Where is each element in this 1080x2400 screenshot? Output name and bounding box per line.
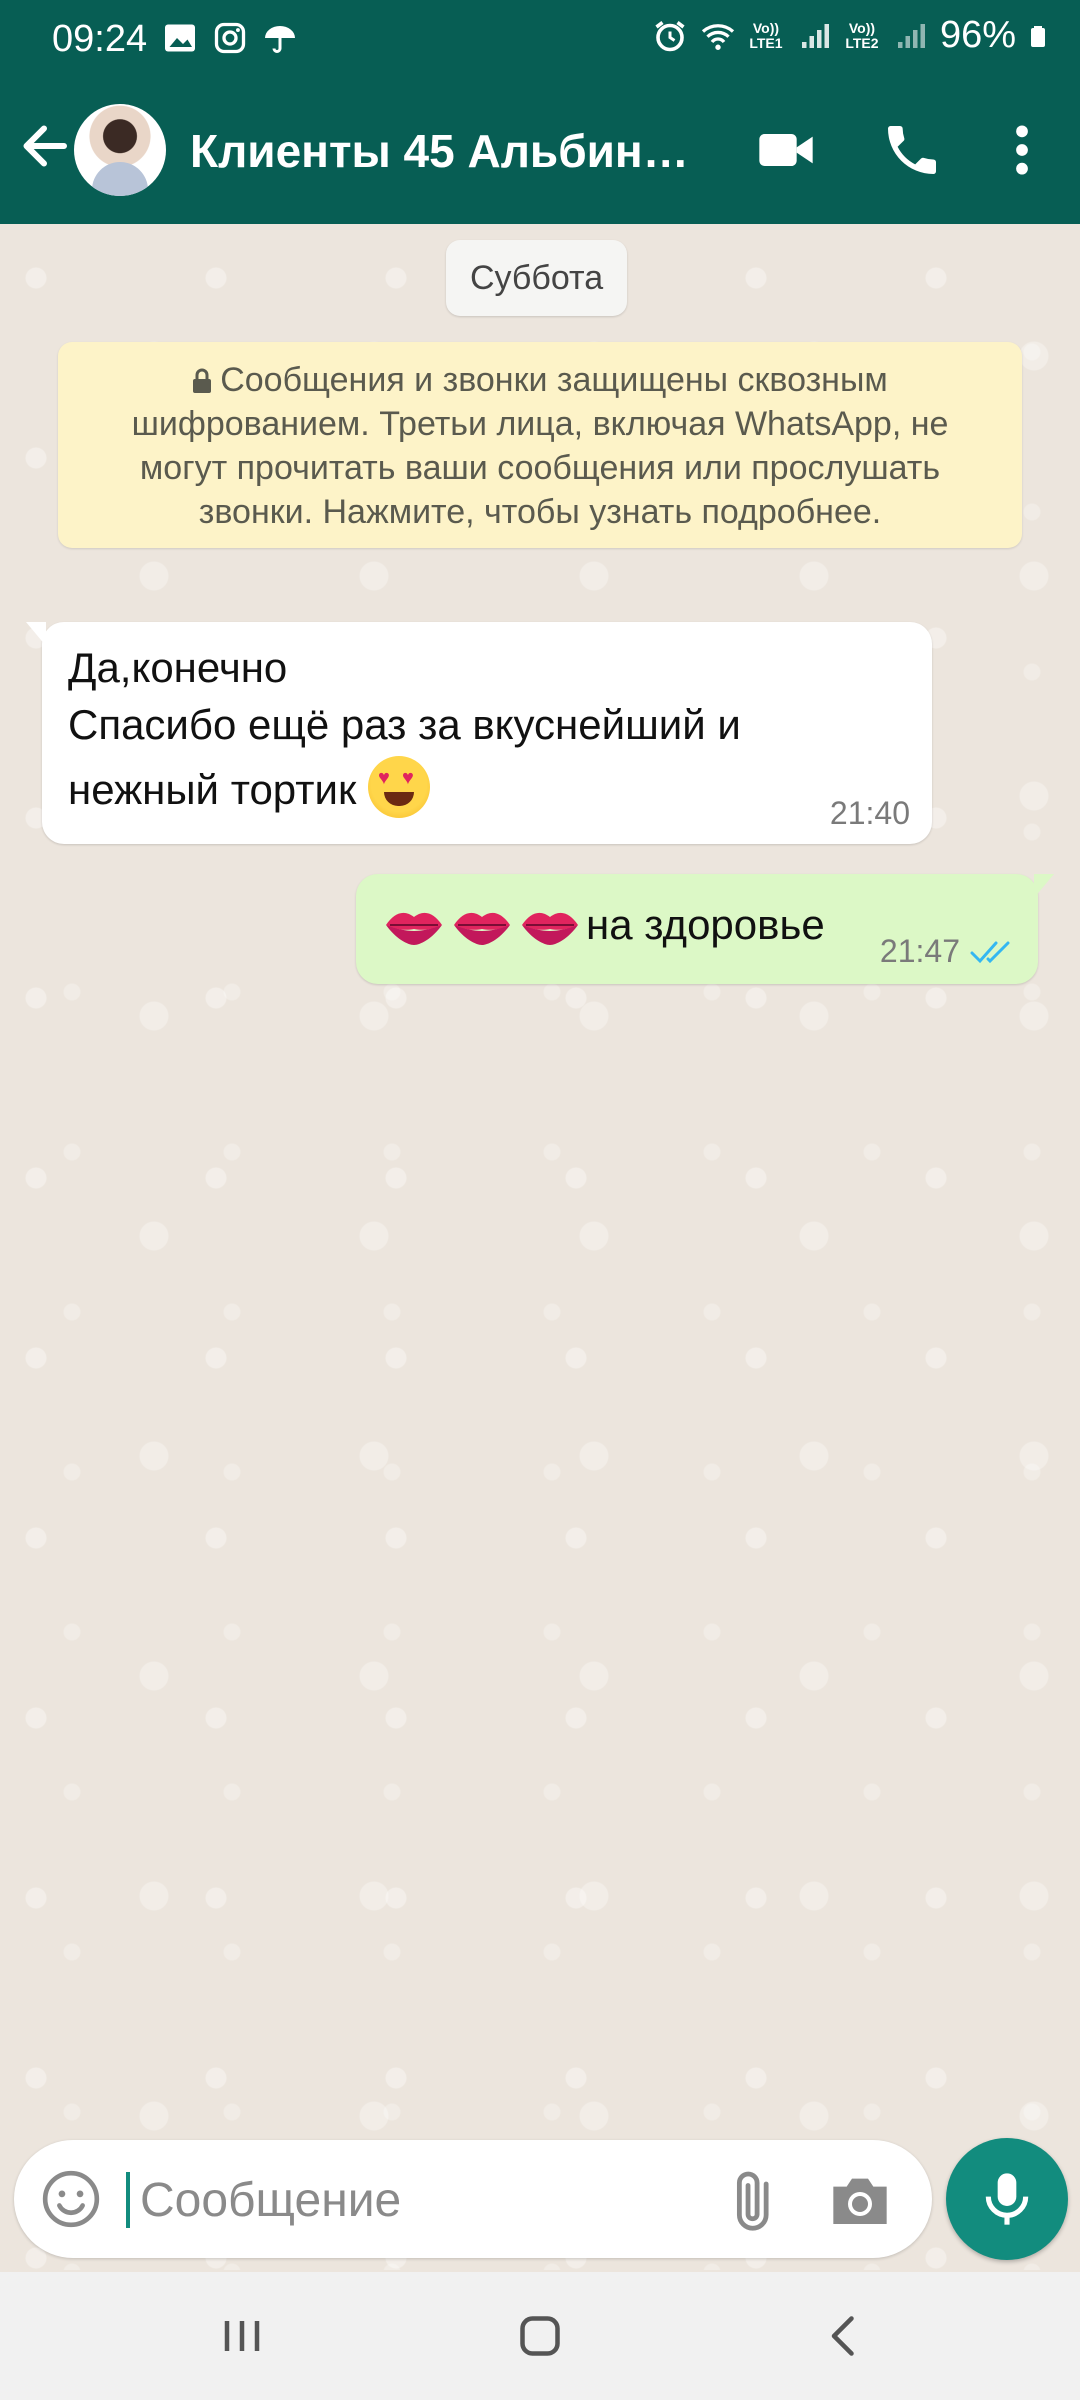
chat-title[interactable]: Клиенты 45 Альбина… xyxy=(190,124,690,178)
message-line: нежный тортик xyxy=(68,766,357,813)
message-input[interactable] xyxy=(138,2160,702,2240)
message-text: на здоровье xyxy=(586,901,825,948)
message-meta: 21:47 xyxy=(880,933,1014,970)
contact-avatar[interactable] xyxy=(74,104,166,196)
camera-icon[interactable] xyxy=(828,2170,892,2230)
signal-icon-2 xyxy=(897,23,925,48)
microphone-icon xyxy=(985,2173,1029,2225)
date-separator: Суббота xyxy=(446,240,628,316)
message-composer xyxy=(14,2140,932,2258)
message-line-with-emoji: нежный тортик ♥ ♥ xyxy=(68,756,906,821)
voice-record-button[interactable] xyxy=(946,2138,1068,2260)
gallery-icon xyxy=(165,24,195,52)
kiss-mark-emoji xyxy=(386,912,442,945)
attach-icon[interactable] xyxy=(720,2168,784,2232)
instagram-icon xyxy=(214,22,246,54)
more-menu-icon[interactable] xyxy=(990,118,1054,182)
video-call-icon[interactable] xyxy=(754,118,818,182)
status-time: 09:24 xyxy=(52,18,148,60)
status-left-icons xyxy=(162,20,298,56)
message-time: 21:40 xyxy=(829,795,910,831)
message-line: Спасибо ещё раз за вкуснейший и xyxy=(68,701,741,748)
status-right-icons: Vo)) LTE1 Vo)) LTE2 96% xyxy=(652,14,1052,57)
heart-eyes-emoji: ♥ ♥ xyxy=(368,756,430,818)
battery-percent: 96% xyxy=(939,14,1016,56)
battery-icon xyxy=(1031,25,1045,47)
lock-icon xyxy=(193,368,212,393)
system-nav-bar xyxy=(0,2272,1080,2400)
message-line: Да,конечно xyxy=(68,644,288,691)
umbrella-icon xyxy=(265,26,295,53)
outgoing-message[interactable]: на здоровье 21:47 xyxy=(356,874,1054,984)
text-cursor xyxy=(126,2172,130,2228)
wifi-icon xyxy=(701,23,735,50)
recent-apps-icon[interactable] xyxy=(212,2306,272,2366)
incoming-message[interactable]: Да,конечно Спасибо ещё раз за вкуснейший… xyxy=(26,622,932,844)
signal-icon xyxy=(801,23,829,48)
sim1-label: Vo)) LTE1 xyxy=(749,19,783,51)
voice-call-icon[interactable] xyxy=(880,118,944,182)
emoji-icon[interactable] xyxy=(40,2168,102,2230)
encryption-notice[interactable]: Сообщения и звонки защищены сквозным шиф… xyxy=(58,342,1022,548)
chat-header: Клиенты 45 Альбина… xyxy=(0,80,1080,224)
message-time: 21:47 xyxy=(879,933,960,969)
kiss-mark-emoji xyxy=(454,912,510,945)
chat-area[interactable]: Суббота Сообщения и звонки защищены скво… xyxy=(0,224,1080,2270)
back-arrow-icon[interactable] xyxy=(14,116,74,176)
encryption-notice-text: Сообщения и звонки защищены сквозным шиф… xyxy=(131,361,949,531)
read-receipt-icon xyxy=(970,941,1010,963)
alarm-icon xyxy=(655,20,685,51)
sim2-label: Vo)) LTE2 xyxy=(845,19,879,51)
home-icon[interactable] xyxy=(510,2306,570,2366)
kiss-mark-emoji xyxy=(522,912,578,945)
back-nav-icon[interactable] xyxy=(814,2306,874,2366)
status-bar: 09:24 Vo)) LTE1 Vo)) LTE2 96% xyxy=(0,0,1080,80)
